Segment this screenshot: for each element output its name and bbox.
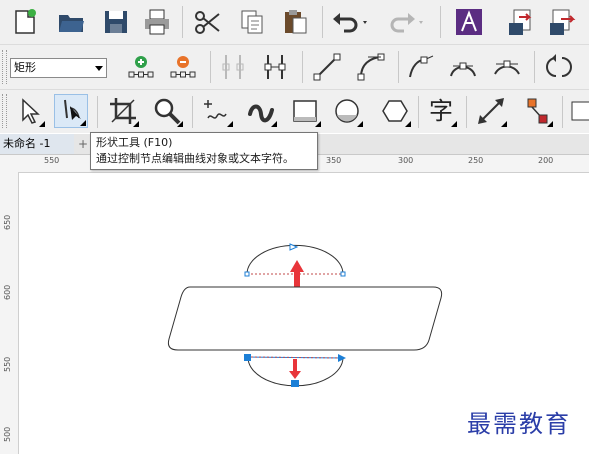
- new-document-icon[interactable]: [8, 5, 42, 39]
- flyout-indicator: [547, 121, 553, 127]
- separator: [466, 96, 467, 128]
- flyout-indicator: [501, 121, 507, 127]
- export-icon[interactable]: [545, 5, 579, 39]
- break-curve-icon[interactable]: [258, 50, 292, 84]
- interactive-fill-icon[interactable]: [520, 94, 554, 128]
- to-curve-icon[interactable]: [354, 50, 388, 84]
- rectangle-tool-icon[interactable]: [288, 94, 322, 128]
- corel-connect-icon[interactable]: [452, 5, 486, 39]
- separator: [302, 51, 303, 83]
- join-nodes-icon[interactable]: [216, 50, 250, 84]
- cut-icon[interactable]: [190, 5, 224, 39]
- tooltip-title: 形状工具 (F10): [96, 136, 173, 149]
- print-icon[interactable]: [140, 5, 174, 39]
- toolbar-grip[interactable]: [2, 50, 7, 84]
- slanted-rounded-rectangle[interactable]: [167, 286, 443, 351]
- chevron-down-icon: [95, 66, 103, 71]
- vertical-ruler[interactable]: 650 600 550 500: [0, 172, 19, 454]
- separator: [440, 6, 441, 38]
- add-node-icon[interactable]: [124, 50, 158, 84]
- copy-icon[interactable]: [235, 5, 269, 39]
- redo-icon[interactable]: [384, 5, 428, 39]
- save-icon[interactable]: [99, 5, 133, 39]
- selected-node[interactable]: [291, 380, 299, 387]
- undo-icon[interactable]: [328, 5, 372, 39]
- dimension-tool-icon[interactable]: [474, 94, 508, 128]
- separator: [418, 96, 419, 128]
- ellipse-tool-icon[interactable]: [330, 94, 364, 128]
- separator: [398, 51, 399, 83]
- text-tool-glyph: 字: [429, 97, 453, 125]
- pick-tool-icon[interactable]: [12, 94, 46, 128]
- flyout-indicator: [39, 121, 45, 127]
- artistic-media-icon[interactable]: [244, 94, 278, 128]
- freehand-tool-icon[interactable]: [200, 94, 234, 128]
- selected-node[interactable]: [244, 354, 251, 361]
- separator: [182, 6, 183, 38]
- node-type-select[interactable]: 矩形: [10, 58, 107, 78]
- toolbar-area: 矩形 字: [0, 0, 589, 133]
- curve-node[interactable]: [244, 271, 250, 277]
- separator: [97, 96, 98, 128]
- delete-node-icon[interactable]: [166, 50, 200, 84]
- property-bar: 矩形: [0, 45, 589, 90]
- separator: [192, 96, 193, 128]
- add-tab-button[interactable]: +: [76, 134, 90, 154]
- watermark-text: 最需教育: [467, 410, 571, 438]
- text-tool-icon[interactable]: 字: [424, 94, 458, 128]
- direction-marker: [338, 354, 346, 362]
- flyout-indicator: [227, 121, 233, 127]
- toolbar-grip[interactable]: [2, 94, 7, 128]
- ruler-label: 250: [468, 156, 484, 165]
- shadow-tool-icon[interactable]: [568, 94, 589, 128]
- shape-tool-icon[interactable]: [54, 94, 88, 128]
- separator: [562, 96, 563, 128]
- symmetric-node-icon[interactable]: [490, 50, 524, 84]
- ruler-label: 550: [44, 156, 60, 165]
- ruler-label: 350: [326, 156, 342, 165]
- ruler-label: 500: [3, 426, 12, 442]
- flyout-indicator: [271, 121, 277, 127]
- reverse-direction-icon[interactable]: [540, 50, 574, 84]
- flyout-indicator: [315, 121, 321, 127]
- standard-toolbar: [0, 0, 589, 45]
- flyout-indicator: [451, 121, 457, 127]
- to-line-icon[interactable]: [310, 50, 344, 84]
- shape-tool-tooltip: 形状工具 (F10) 通过控制节点编辑曲线对象或文本字符。: [90, 132, 318, 170]
- flyout-indicator: [405, 121, 411, 127]
- import-icon[interactable]: [504, 5, 538, 39]
- smooth-node-icon[interactable]: [446, 50, 480, 84]
- flyout-indicator: [177, 121, 183, 127]
- crop-tool-icon[interactable]: [106, 94, 140, 128]
- node-type-select-value: 矩形: [14, 61, 36, 74]
- curve-node[interactable]: [340, 271, 346, 277]
- ruler-label: 550: [3, 356, 12, 372]
- polygon-tool-icon[interactable]: [378, 94, 412, 128]
- direction-marker: [289, 243, 299, 251]
- ruler-origin[interactable]: [0, 155, 19, 173]
- separator: [322, 6, 323, 38]
- ruler-label: 650: [3, 214, 12, 230]
- zoom-tool-icon[interactable]: [150, 94, 184, 128]
- flyout-indicator: [80, 120, 86, 126]
- document-tab-label: 未命名 -1: [3, 137, 51, 150]
- open-folder-icon[interactable]: [54, 5, 88, 39]
- flyout-indicator: [133, 121, 139, 127]
- flyout-indicator: [357, 121, 363, 127]
- down-arrow-icon: [289, 359, 301, 379]
- toolbox: 字: [0, 90, 589, 133]
- tooltip-description: 通过控制节点编辑曲线对象或文本字符。: [96, 152, 294, 165]
- separator: [210, 51, 211, 83]
- ruler-label: 600: [3, 284, 12, 300]
- paste-icon[interactable]: [278, 5, 312, 39]
- ruler-label: 300: [398, 156, 414, 165]
- cusp-node-icon[interactable]: [404, 50, 438, 84]
- separator: [534, 51, 535, 83]
- document-tab[interactable]: 未命名 -1: [0, 134, 74, 154]
- ruler-label: 200: [538, 156, 554, 165]
